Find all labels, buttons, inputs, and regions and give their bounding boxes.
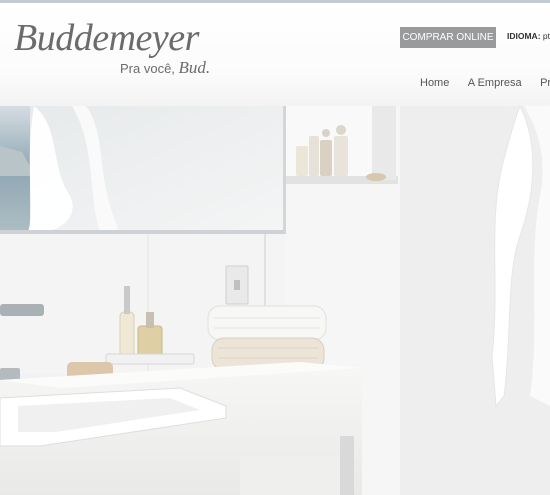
buy-online-button[interactable]: COMPRAR ONLINE [400,27,496,48]
site-header: Buddemeyer Pra você, Bud. COMPRAR ONLINE… [0,3,550,106]
mirror-bottom-edge [0,230,285,234]
tagline-prefix: Pra você, [120,61,175,76]
language-selector[interactable]: IDIOMA: pt [507,31,550,41]
brand-logo[interactable]: Buddemeyer Pra você, Bud. [14,17,229,82]
tagline-bud: Bud. [178,58,211,77]
logo-tagline: Pra você, Bud. [120,59,210,78]
counter-edge [340,436,354,495]
main-nav: Home A Empresa Prod [420,73,550,89]
language-value: pt [542,31,550,41]
hero-bathroom-image [0,106,550,495]
folded-towels [207,305,327,371]
bathroom-illustration [0,106,550,495]
nav-a-empresa[interactable]: A Empresa [468,77,522,89]
faucet [0,304,44,316]
logo-wordmark: Buddemeyer [14,17,199,59]
nav-home[interactable]: Home [420,77,449,89]
shelf-side [372,106,396,180]
language-label: IDIOMA: [507,31,541,41]
nav-produtos[interactable]: Prod [540,77,550,89]
